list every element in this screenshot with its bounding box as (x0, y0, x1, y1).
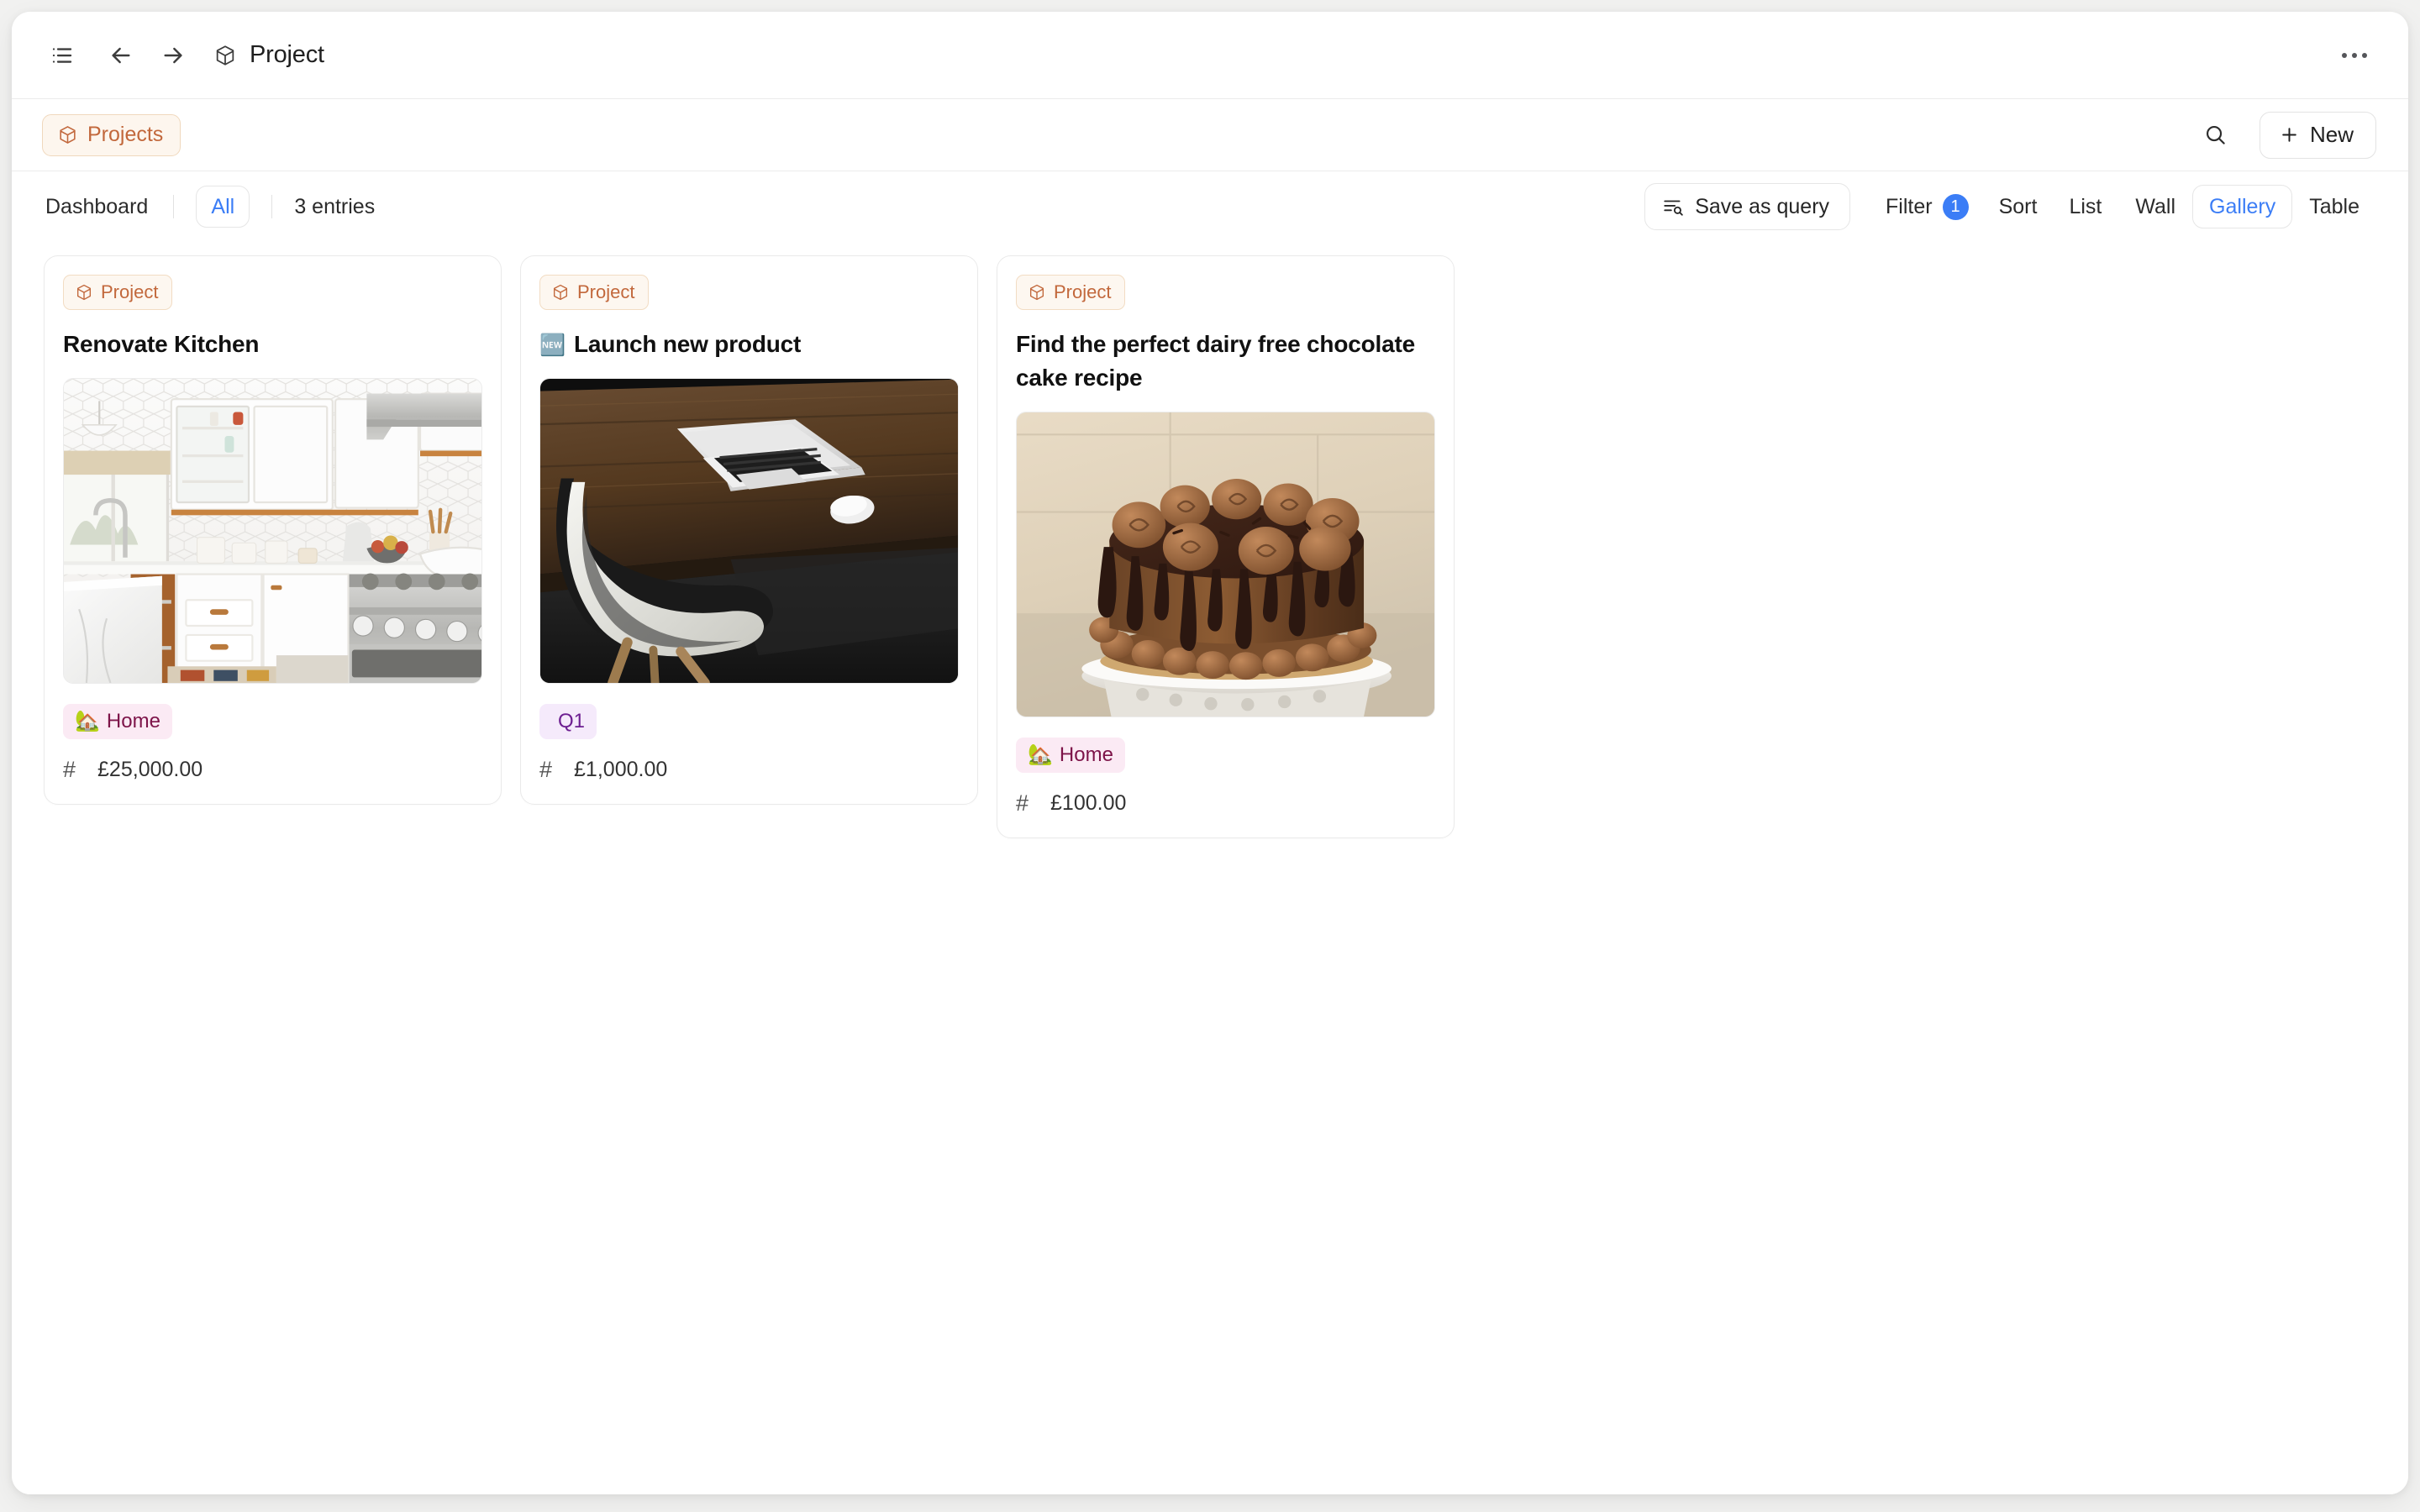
search-icon (2207, 125, 2226, 144)
view-tab-table[interactable]: Table (2292, 185, 2376, 228)
card-title: Renovate Kitchen (63, 328, 482, 361)
entries-count: 3 entries (294, 194, 376, 218)
app-window: Project Projects New Dashboard All 3 ent… (12, 12, 2408, 1494)
arrow-left-icon (112, 47, 130, 63)
laptop-on-dark-desk-photo (540, 378, 958, 683)
title-emoji: 🆕 (539, 333, 566, 357)
forward-button[interactable] (153, 35, 193, 76)
more-horizontal-icon (2342, 52, 2347, 58)
card-number-value: £25,000.00 (97, 757, 203, 781)
card-badge-label: Project (577, 281, 635, 302)
sort-label: Sort (1998, 194, 2038, 218)
search-button[interactable] (2194, 113, 2238, 157)
view-tab-wall[interactable]: Wall (2118, 185, 2192, 228)
sidebar-toggle-button[interactable] (42, 35, 82, 76)
card-title-text: Launch new product (573, 331, 802, 357)
card-badge-label: Project (101, 281, 159, 302)
card-type-badge: Project (63, 275, 173, 310)
card-badge-label: Project (1054, 281, 1112, 302)
page-title-group: Project (213, 41, 324, 69)
back-button[interactable] (101, 35, 141, 76)
list-sidebar-icon (52, 47, 72, 63)
divider (271, 195, 273, 218)
box-icon (553, 284, 568, 301)
view-tab-gallery[interactable]: Gallery (2192, 185, 2293, 228)
view-tab-list[interactable]: List (2052, 185, 2118, 228)
view-toolbar-left: Dashboard All 3 entries (42, 186, 375, 228)
list-search-icon (1664, 200, 1683, 216)
arrow-right-icon (164, 47, 182, 63)
gallery-grid: Project Renovate Kitchen 🏡 Home # £25,00… (12, 242, 2408, 1494)
view-toolbar-right: Save as query Filter 1 Sort List Wall Ga… (1644, 183, 2376, 230)
card-number-field: # £25,000.00 (63, 758, 482, 782)
chocolate-drip-cake-photo (1017, 412, 1434, 717)
box-icon (76, 284, 92, 301)
tag-emoji: 🏡 (1028, 743, 1053, 766)
card-type-badge: Project (539, 275, 650, 310)
dashboard-link[interactable]: Dashboard (42, 195, 151, 219)
card-tag: Q1 (539, 703, 597, 739)
save-as-query-label: Save as query (1695, 194, 1830, 218)
filter-tab-all[interactable]: All (196, 186, 250, 228)
card-type-badge: Project (1016, 275, 1126, 310)
more-options-button[interactable] (2333, 37, 2376, 74)
card-image (63, 377, 482, 684)
view-toolbar: Dashboard All 3 entries Save as query Fi… (12, 171, 2408, 242)
card-title: Find the perfect dairy free chocolate ca… (1016, 328, 1435, 395)
filter-count-badge: 1 (1942, 193, 1969, 220)
divider (173, 195, 175, 218)
card-title-text: Renovate Kitchen (63, 331, 260, 357)
plus-icon (2282, 128, 2296, 142)
card-tag: 🏡 Home (1016, 737, 1125, 773)
hash-icon: # (539, 756, 553, 782)
new-button-label: New (2309, 122, 2354, 147)
tag-emoji: 🏡 (75, 710, 100, 733)
tag-label: Home (106, 709, 160, 732)
hash-icon: # (1016, 790, 1029, 816)
filter-label: Filter (1886, 194, 1933, 218)
card-title: 🆕 Launch new product (539, 328, 959, 361)
card-image (539, 377, 959, 684)
breadcrumb-label: Projects (87, 123, 164, 146)
tag-label: Q1 (558, 709, 586, 732)
filter-button[interactable]: Filter 1 (1870, 186, 1984, 228)
card-tag: 🏡 Home (63, 703, 172, 739)
box-icon (216, 45, 234, 66)
card-number-field: # £100.00 (1016, 791, 1435, 816)
card-number-field: # £1,000.00 (539, 758, 959, 782)
title-bar: Project (12, 12, 2408, 99)
gallery-card[interactable]: Project Find the perfect dairy free choc… (997, 255, 1455, 838)
card-title-text: Find the perfect dairy free chocolate ca… (1016, 331, 1415, 391)
new-button[interactable]: New (2259, 111, 2376, 159)
sort-button[interactable]: Sort (1984, 186, 2053, 228)
box-icon (60, 126, 76, 144)
card-image (1016, 411, 1435, 717)
tag-label: Home (1059, 743, 1113, 766)
card-number-value: £100.00 (1050, 790, 1127, 815)
gallery-card[interactable]: Project 🆕 Launch new product Q1 # £1,000… (520, 255, 978, 805)
card-number-value: £1,000.00 (574, 757, 668, 781)
breadcrumb-bar: Projects New (12, 99, 2408, 171)
box-icon (1029, 284, 1044, 301)
gallery-card[interactable]: Project Renovate Kitchen 🏡 Home # £25,00… (44, 255, 502, 805)
hash-icon: # (63, 756, 76, 782)
save-as-query-button[interactable]: Save as query (1644, 183, 1851, 230)
breadcrumb-projects[interactable]: Projects (42, 113, 182, 156)
page-title: Project (250, 41, 324, 68)
white-kitchen-photo (64, 378, 481, 683)
